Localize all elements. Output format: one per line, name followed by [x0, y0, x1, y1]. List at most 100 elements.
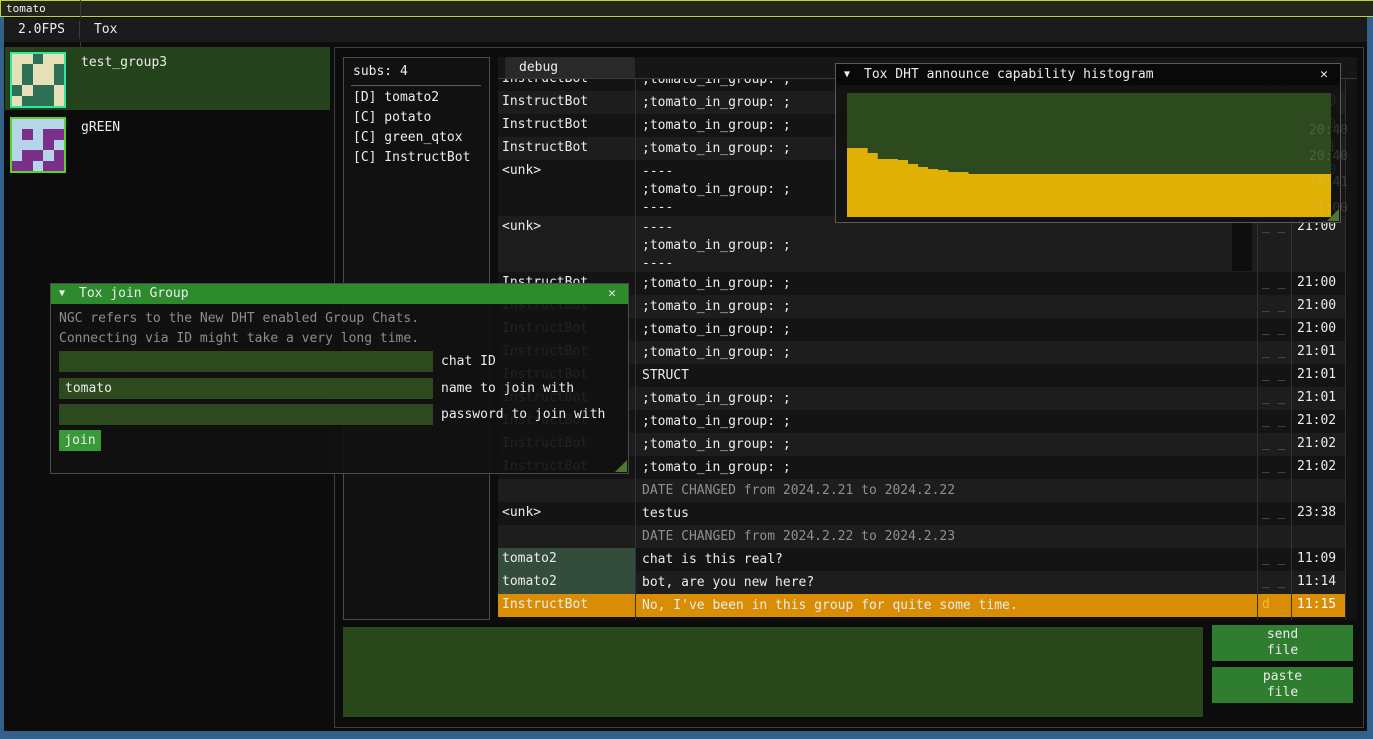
- avatar-pixel: [43, 119, 53, 129]
- resize-grip[interactable]: [615, 460, 627, 472]
- message-text: ;tomato_in_group: ;: [642, 140, 791, 158]
- avatar-pixel: [33, 54, 43, 64]
- avatar-pixel: [12, 161, 22, 171]
- message-timestamp: 21:02: [1297, 459, 1336, 474]
- avatar-pixel: [12, 75, 22, 85]
- message-text: ;tomato_in_group: ;: [642, 298, 791, 316]
- avatar-pixel: [54, 64, 64, 74]
- ghost-timestamp: 20:41: [1309, 175, 1348, 190]
- avatar-pixel: [22, 140, 32, 150]
- group-row-test_group3[interactable]: test_group3: [5, 47, 330, 110]
- avatar-pixel: [43, 150, 53, 160]
- close-icon[interactable]: ✕: [604, 284, 620, 304]
- member-item-potato[interactable]: [C] potato: [353, 110, 431, 130]
- message-input[interactable]: [343, 627, 1203, 717]
- message-timestamp: 21:02: [1297, 413, 1336, 428]
- message-timestamp: 11:14: [1297, 574, 1336, 589]
- join-name-label: name to join with: [441, 381, 574, 396]
- member-item-InstructBot[interactable]: [C] InstructBot: [353, 150, 470, 170]
- join-group-titlebar[interactable]: ▼ Tox join Group ✕: [51, 284, 628, 304]
- message-text: ;tomato_in_group: ;: [642, 413, 791, 431]
- avatar-pixel: [22, 54, 32, 64]
- message-sender: <unk>: [502, 163, 632, 178]
- tab-debug[interactable]: debug: [505, 57, 635, 78]
- message-status: _ _: [1262, 367, 1285, 382]
- dht-histogram-plot: 20:4020:4020:4121:00: [847, 93, 1331, 217]
- message-timestamp: 23:38: [1297, 505, 1336, 520]
- avatar-pixel: [12, 64, 22, 74]
- avatar-pixel: [33, 64, 43, 74]
- member-item-tomato2[interactable]: [D] tomato2: [353, 90, 439, 110]
- column-separator: [635, 78, 636, 620]
- resize-grip[interactable]: [1327, 209, 1339, 221]
- cell-scrollbar[interactable]: [1232, 217, 1252, 271]
- message-text: ;tomato_in_group: ;: [642, 275, 791, 293]
- avatar-pixel: [22, 64, 32, 74]
- avatar-pixel: [12, 96, 22, 106]
- join-group-title: Tox join Group: [79, 284, 189, 304]
- message-timestamp: 21:02: [1297, 436, 1336, 451]
- message-text: No, I've been in this group for quite so…: [642, 597, 1018, 615]
- avatar-pixel: [12, 119, 22, 129]
- avatar-pixel: [54, 140, 64, 150]
- menu-item-tox[interactable]: Tox: [80, 18, 194, 42]
- paste-file-button[interactable]: paste file: [1212, 667, 1353, 703]
- join-button[interactable]: join: [59, 430, 101, 451]
- dht-histogram-titlebar[interactable]: ▼ Tox DHT announce capability histogram …: [836, 64, 1340, 85]
- message-status: _ _: [1262, 344, 1285, 359]
- message-text: STRUCT: [642, 367, 689, 385]
- avatar-pixel: [33, 140, 43, 150]
- avatar-pixel: [12, 54, 22, 64]
- chat-row: <unk>testus_ _23:38: [498, 502, 1345, 525]
- avatar-pixel: [43, 140, 53, 150]
- avatar-pixel: [33, 75, 43, 85]
- chat-scrollbar[interactable]: [1347, 78, 1357, 620]
- message-status: d _: [1262, 597, 1285, 612]
- dht-histogram-title: Tox DHT announce capability histogram: [864, 64, 1154, 85]
- message-sender: <unk>: [502, 505, 632, 520]
- avatar-pixel: [33, 129, 43, 139]
- message-text: ---- ;tomato_in_group: ; ----: [642, 219, 791, 273]
- message-sender: <unk>: [502, 219, 632, 234]
- message-text: ;tomato_in_group: ;: [642, 459, 791, 477]
- avatar-pixel: [43, 161, 53, 171]
- avatar-pixel: [43, 64, 53, 74]
- collapse-arrow-icon[interactable]: ▼: [59, 284, 65, 304]
- ghost-timestamp: 20:40: [1309, 149, 1348, 164]
- chat-id-field[interactable]: [59, 351, 433, 372]
- message-timestamp: 21:01: [1297, 390, 1336, 405]
- group-row-gREEN[interactable]: gREEN: [5, 112, 330, 175]
- window-title: tomato: [6, 2, 46, 15]
- join-name-field[interactable]: tomato: [59, 378, 433, 399]
- menu-separator: [80, 0, 81, 18]
- avatar-pixel: [33, 85, 43, 95]
- close-icon[interactable]: ✕: [1316, 64, 1332, 85]
- avatar-pixel: [43, 54, 53, 64]
- avatar-pixel: [54, 150, 64, 160]
- avatar-pixel: [54, 75, 64, 85]
- message-sender: InstructBot: [502, 140, 632, 155]
- message-sender: InstructBot: [502, 94, 632, 109]
- message-text: chat is this real?: [642, 551, 783, 569]
- message-text: ;tomato_in_group: ;: [642, 321, 791, 339]
- message-status: _ _: [1262, 505, 1285, 520]
- avatar-pixel: [54, 85, 64, 95]
- avatar-pixel: [22, 129, 32, 139]
- member-item-green_qtox[interactable]: [C] green_qtox: [353, 130, 463, 150]
- message-status: _ _: [1262, 275, 1285, 290]
- message-sender: tomato2: [502, 574, 632, 589]
- message-text: ;tomato_in_group: ;: [642, 344, 791, 362]
- chat-row: tomato2bot, are you new here?_ _11:14: [498, 571, 1345, 594]
- avatar-pixel: [12, 140, 22, 150]
- message-text: ---- ;tomato_in_group: ; ----: [642, 163, 791, 217]
- send-file-button[interactable]: send file: [1212, 625, 1353, 661]
- avatar-pixel: [22, 119, 32, 129]
- avatar-pixel: [43, 85, 53, 95]
- message-status: _ _: [1262, 413, 1285, 428]
- avatar-pixel: [22, 85, 32, 95]
- avatar-pixel: [43, 96, 53, 106]
- join-group-window: ▼ Tox join Group ✕ NGC refers to the New…: [50, 283, 629, 474]
- collapse-arrow-icon[interactable]: ▼: [844, 64, 850, 85]
- avatar-pixel: [43, 75, 53, 85]
- join-password-field[interactable]: [59, 404, 433, 425]
